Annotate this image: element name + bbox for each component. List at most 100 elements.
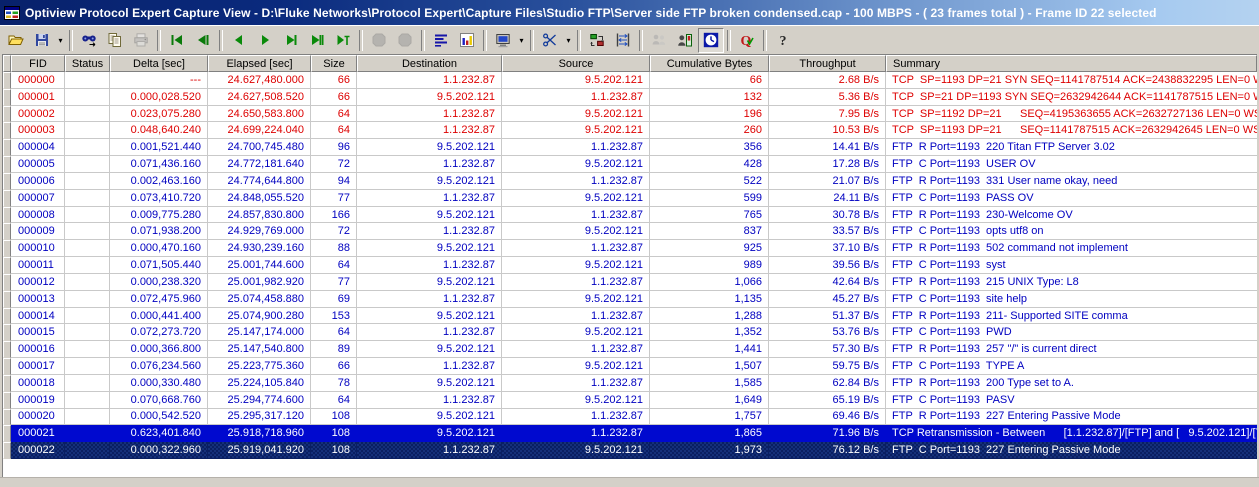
cell-source: 1.1.232.87 (502, 375, 650, 392)
open-file-button[interactable] (3, 28, 29, 53)
column-header-source[interactable]: Source (502, 55, 650, 72)
capture-view-mode-button-dropdown[interactable]: ▾ (516, 29, 527, 52)
column-header-size[interactable]: Size (311, 55, 357, 72)
cell-elapsed: 25.918,718.960 (208, 425, 311, 442)
statistics-chart-button[interactable] (454, 28, 480, 53)
frame-row-000021[interactable]: 0000210.623,401.84025.918,718.9601089.5.… (3, 425, 1257, 442)
cell-throughput: 5.36 B/s (769, 89, 886, 106)
toolbar-separator (727, 30, 731, 51)
frame-row-000010[interactable]: 0000100.000,470.16024.930,239.160889.5.2… (3, 240, 1257, 257)
cell-summary: FTP R Port=1193 331 User name okay, need (886, 173, 1257, 190)
column-header-destination[interactable]: Destination (357, 55, 502, 72)
frame-row-000018[interactable]: 0000180.000,330.48025.224,105.840789.5.2… (3, 375, 1257, 392)
help-icon: ? (775, 32, 791, 48)
save-button-dropdown[interactable]: ▾ (55, 29, 66, 52)
frame-row-000012[interactable]: 0000120.000,238.32025.001,982.920779.5.2… (3, 274, 1257, 291)
cell-summary: TCP SP=1192 DP=21 SEQ=4195363655 ACK=263… (886, 106, 1257, 123)
filter-button-dropdown[interactable]: ▾ (563, 29, 574, 52)
goto-last-frame-button[interactable] (304, 28, 330, 53)
goto-next-marked-button[interactable] (278, 28, 304, 53)
column-header-fid[interactable]: FID (11, 55, 65, 72)
frame-row-000016[interactable]: 0000160.000,366.80025.147,540.800899.5.2… (3, 341, 1257, 358)
cell-summary: FTP R Port=1193 257 "/" is current direc… (886, 341, 1257, 358)
cell-elapsed: 25.074,900.280 (208, 308, 311, 325)
expert-summary-button[interactable] (672, 28, 698, 53)
prev-frame-button[interactable] (226, 28, 252, 53)
cell-delta: 0.002,463.160 (110, 173, 208, 190)
cell-cumulative_bytes: 428 (650, 156, 769, 173)
last-frame-icon (309, 32, 325, 48)
frame-row-000019[interactable]: 0000190.070,668.76025.294,774.600641.1.2… (3, 392, 1257, 409)
frame-row-000015[interactable]: 0000150.072,273.72025.147,174.000641.1.2… (3, 324, 1257, 341)
column-header-summary[interactable]: Summary (886, 55, 1257, 72)
row-margin-cell (3, 341, 11, 358)
find-frame-button[interactable] (76, 28, 102, 53)
cell-delta: 0.009,775.280 (110, 207, 208, 224)
capture-view-mode-button[interactable] (490, 28, 516, 53)
timing-view-button[interactable] (698, 28, 724, 53)
cell-status (65, 341, 110, 358)
toolbar-separator (359, 30, 363, 51)
cell-throughput: 30.78 B/s (769, 207, 886, 224)
frame-row-000000[interactable]: 000000---24.627,480.000661.1.232.879.5.2… (3, 72, 1257, 89)
connection-icon (589, 32, 605, 48)
cell-cumulative_bytes: 925 (650, 240, 769, 257)
frame-row-000001[interactable]: 0000010.000,028.52024.627,508.520669.5.2… (3, 89, 1257, 106)
frame-row-000011[interactable]: 0000110.071,505.44025.001,744.600641.1.2… (3, 257, 1257, 274)
next-frame-button[interactable] (252, 28, 278, 53)
conversation-map-button[interactable] (610, 28, 636, 53)
frame-row-000005[interactable]: 0000050.071,436.16024.772,181.640721.1.2… (3, 156, 1257, 173)
frame-row-000008[interactable]: 0000080.009,775.28024.857,830.8001669.5.… (3, 207, 1257, 224)
goto-tagged-frame-button[interactable] (330, 28, 356, 53)
titlebar[interactable]: Optiview Protocol Expert Capture View - … (0, 0, 1259, 25)
cell-throughput: 42.64 B/s (769, 274, 886, 291)
cell-cumulative_bytes: 1,441 (650, 341, 769, 358)
cell-cumulative_bytes: 1,507 (650, 358, 769, 375)
cell-cumulative_bytes: 66 (650, 72, 769, 89)
connection-setup-button[interactable] (584, 28, 610, 53)
column-header-elapsed[interactable]: Elapsed [sec] (208, 55, 311, 72)
frame-row-000009[interactable]: 0000090.071,938.20024.929,769.000721.1.2… (3, 223, 1257, 240)
column-header-throughput[interactable]: Throughput (769, 55, 886, 72)
cell-cumulative_bytes: 522 (650, 173, 769, 190)
frame-row-000004[interactable]: 0000040.001,521.44024.700,745.480969.5.2… (3, 139, 1257, 156)
copy-button[interactable] (102, 28, 128, 53)
print-button (128, 28, 154, 53)
frame-row-000014[interactable]: 0000140.000,441.40025.074,900.2801539.5.… (3, 308, 1257, 325)
help-button[interactable]: ? (770, 28, 796, 53)
protocol-distribution-button[interactable] (428, 28, 454, 53)
column-header-cumulative_bytes[interactable]: Cumulative Bytes (650, 55, 769, 72)
ladder-icon (615, 32, 631, 48)
filter-button[interactable] (537, 28, 563, 53)
goto-prev-marked-button[interactable] (190, 28, 216, 53)
cell-throughput: 7.95 B/s (769, 106, 886, 123)
cell-delta: 0.000,330.480 (110, 375, 208, 392)
window-title: Optiview Protocol Expert Capture View - … (25, 6, 1157, 20)
frame-row-000007[interactable]: 0000070.073,410.72024.848,055.520771.1.2… (3, 190, 1257, 207)
cell-source: 9.5.202.121 (502, 257, 650, 274)
bar-chart-icon (459, 32, 475, 48)
goto-first-frame-button[interactable] (164, 28, 190, 53)
cell-delta: 0.001,521.440 (110, 139, 208, 156)
column-header-delta[interactable]: Delta [sec] (110, 55, 208, 72)
frame-row-000020[interactable]: 0000200.000,542.52025.295,317.1201089.5.… (3, 409, 1257, 426)
frame-row-000002[interactable]: 0000020.023,075.28024.650,583.800641.1.2… (3, 106, 1257, 123)
frame-row-000022[interactable]: 0000220.000,322.96025.919,041.9201081.1.… (3, 442, 1257, 459)
stop-icon (397, 32, 413, 48)
cell-size: 89 (311, 341, 357, 358)
cell-status (65, 308, 110, 325)
frame-row-000006[interactable]: 0000060.002,463.16024.774,644.800949.5.2… (3, 173, 1257, 190)
frame-row-000013[interactable]: 0000130.072,475.96025.074,458.880691.1.2… (3, 291, 1257, 308)
cell-summary: FTP R Port=1193 215 UNIX Type: L8 (886, 274, 1257, 291)
column-header-status[interactable]: Status (65, 55, 110, 72)
qos-button[interactable]: Q (734, 28, 760, 53)
filter-scissors-icon (542, 32, 558, 48)
cell-cumulative_bytes: 1,865 (650, 425, 769, 442)
save-icon (34, 32, 50, 48)
cell-status (65, 106, 110, 123)
cell-size: 108 (311, 409, 357, 426)
frame-row-000003[interactable]: 0000030.048,640.24024.699,224.040641.1.2… (3, 122, 1257, 139)
frame-row-000017[interactable]: 0000170.076,234.56025.223,775.360661.1.2… (3, 358, 1257, 375)
save-button[interactable] (29, 28, 55, 53)
cell-summary: FTP C Port=1193 USER OV (886, 156, 1257, 173)
